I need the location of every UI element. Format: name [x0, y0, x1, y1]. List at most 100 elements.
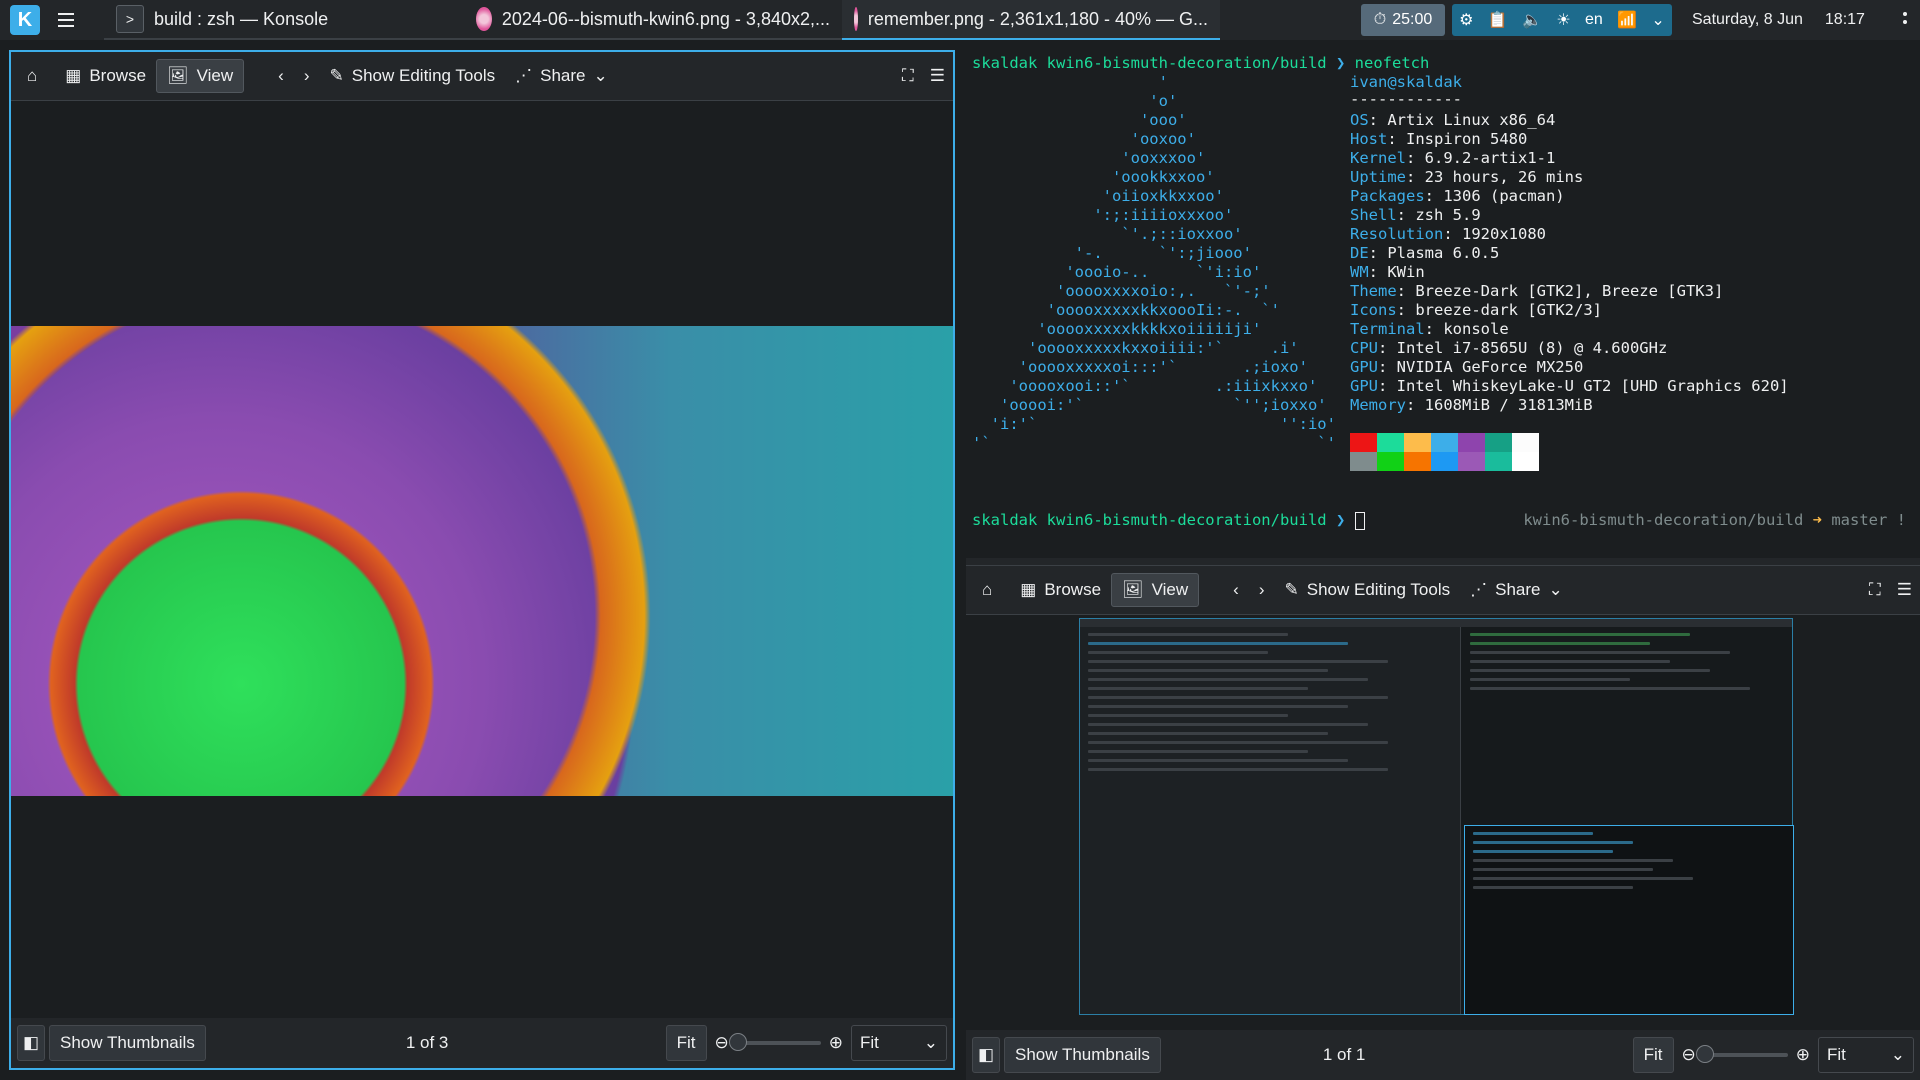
prompt-command: neofetch: [1354, 54, 1430, 72]
color-swatch-column: [1350, 433, 1377, 471]
color-swatch-column: [1404, 433, 1431, 471]
pomodoro-timer[interactable]: ⏱ 25:00: [1361, 4, 1445, 36]
chevron-right-icon: ›: [303, 66, 310, 85]
right-prompt-path: kwin6-bismuth-decoration/build: [1523, 511, 1804, 529]
zoom-slider-knob[interactable]: [728, 1033, 747, 1051]
gwenview-statusbar: ◧ Show Thumbnails 1 of 3 Fit ⊖ ⊕ Fit ⌄: [11, 1018, 953, 1068]
panel-options-icon[interactable]: [1903, 12, 1907, 24]
show-thumbnails-label: Show Thumbnails: [1015, 1045, 1150, 1064]
browse-button[interactable]: ▦ Browse: [1010, 573, 1111, 607]
zoom-select[interactable]: Fit ⌄: [1818, 1037, 1914, 1073]
gwenview-icon: [854, 7, 858, 31]
task-konsole[interactable]: > build : zsh — Konsole: [104, 0, 464, 40]
next-button[interactable]: ›: [1249, 573, 1275, 607]
info-value: Inspiron 5480: [1406, 130, 1528, 148]
digital-clock[interactable]: Saturday, 8 Jun 18:17: [1692, 0, 1865, 40]
info-value: Intel WhiskeyLake-U GT2 [UHD Graphics 62…: [1396, 377, 1789, 395]
system-tray: ⚙ 📋 🔈 ☀ en 📶 ⌄: [1452, 4, 1672, 36]
neofetch-info-line: Shell: zsh 5.9: [1350, 206, 1481, 224]
info-value: NVIDIA GeForce MX250: [1396, 358, 1584, 376]
neofetch-underline: ------------: [1350, 90, 1462, 108]
color-swatch: [1512, 452, 1539, 471]
kde-launcher-icon[interactable]: K: [10, 5, 40, 35]
grid-icon: ▦: [1020, 580, 1037, 599]
prompt-line: skaldak kwin6-bismuth-decoration/build ❯…: [972, 54, 1429, 73]
chevron-down-icon[interactable]: ⌄: [1651, 10, 1664, 30]
view-button[interactable]: 🖼 View: [1111, 573, 1200, 607]
right-prompt: kwin6-bismuth-decoration/build ➜ master …: [1523, 511, 1906, 530]
previous-button[interactable]: ‹: [268, 59, 294, 93]
color-swatch: [1431, 452, 1458, 471]
clipboard-icon[interactable]: 📋: [1488, 10, 1508, 30]
next-button[interactable]: ›: [294, 59, 320, 93]
preview-browser: [1080, 627, 1461, 1014]
neofetch-info-line: Terminal: konsole: [1350, 320, 1509, 338]
fullscreen-icon[interactable]: ⛶: [902, 66, 914, 86]
home-button[interactable]: ⌂: [17, 59, 47, 93]
info-key: GPU: [1350, 358, 1378, 376]
terminal-cursor: [1354, 511, 1365, 530]
brightness-icon[interactable]: ☀: [1556, 10, 1570, 30]
grid-icon: ▦: [65, 66, 82, 85]
edit-image-icon: ✎: [1284, 580, 1299, 599]
browse-button[interactable]: ▦ Browse: [55, 59, 156, 93]
info-key: Host: [1350, 130, 1388, 148]
view-button[interactable]: 🖼 View: [156, 59, 245, 93]
neofetch-info: OS: Artix Linux x86_64 Host: Inspiron 548…: [1350, 111, 1789, 415]
sidebar-toggle-icon[interactable]: ◧: [972, 1037, 1000, 1073]
info-key: Uptime: [1350, 168, 1406, 186]
info-value: zsh 5.9: [1415, 206, 1481, 224]
info-key: CPU: [1350, 339, 1378, 357]
hamburger-menu-icon[interactable]: ☰: [1897, 580, 1912, 600]
hamburger-menu-icon[interactable]: ☰: [930, 66, 945, 86]
share-button[interactable]: ⋰ Share ⌄: [505, 59, 618, 93]
sidebar-toggle-icon[interactable]: ◧: [17, 1025, 45, 1061]
fit-button[interactable]: Fit: [1632, 1037, 1674, 1073]
show-thumbnails-label: Show Thumbnails: [60, 1033, 195, 1052]
zoom-out-icon[interactable]: ⊖: [1682, 1045, 1696, 1065]
task-gwenview-2[interactable]: remember.png - 2,361x1,180 - 40% — G...: [842, 0, 1220, 40]
view-label: View: [196, 66, 234, 85]
gwenview-toolbar: ⌂ ▦ Browse 🖼 View ‹ › ✎ Show Editing Too…: [11, 52, 953, 101]
show-thumbnails-button[interactable]: Show Thumbnails: [49, 1025, 206, 1061]
zoom-out-icon[interactable]: ⊖: [715, 1033, 729, 1053]
info-key: OS: [1350, 111, 1369, 129]
editing-tools-button[interactable]: ✎ Show Editing Tools: [320, 59, 506, 93]
zoom-select[interactable]: Fit ⌄: [851, 1025, 947, 1061]
share-button[interactable]: ⋰ Share ⌄: [1460, 573, 1573, 607]
prompt-arrow: ❯: [1335, 54, 1346, 72]
image-display: [11, 326, 953, 796]
zoom-in-icon[interactable]: ⊕: [1796, 1045, 1810, 1065]
hamburger-menu-icon[interactable]: [58, 13, 88, 27]
color-swatch: [1404, 433, 1431, 452]
prompt-path: kwin6-bismuth-decoration/build: [1046, 54, 1327, 72]
home-button[interactable]: ⌂: [972, 573, 1002, 607]
show-thumbnails-button[interactable]: Show Thumbnails: [1004, 1037, 1161, 1073]
previous-button[interactable]: ‹: [1223, 573, 1249, 607]
zoom-slider[interactable]: [728, 1033, 821, 1051]
preview-terminal: [1464, 825, 1794, 1015]
task-gwenview-1[interactable]: 2024-06--bismuth-kwin6.png - 3,840x2,...: [464, 0, 842, 40]
zoom-in-icon[interactable]: ⊕: [829, 1033, 843, 1053]
wifi-icon[interactable]: 📶: [1617, 10, 1637, 30]
volume-icon[interactable]: 🔈: [1522, 10, 1542, 30]
fit-button[interactable]: Fit: [665, 1025, 707, 1061]
network-settings-icon[interactable]: ⚙: [1459, 10, 1473, 30]
neofetch-info-line: Icons: breeze-dark [GTK2/3]: [1350, 301, 1602, 319]
info-value: Artix Linux x86_64: [1387, 111, 1556, 129]
info-key: Icons: [1350, 301, 1397, 319]
neofetch-info-line: OS: Artix Linux x86_64: [1350, 111, 1556, 129]
info-value: 1608MiB / 31813MiB: [1424, 396, 1593, 414]
task-label: remember.png - 2,361x1,180 - 40% — G...: [867, 8, 1208, 29]
zoom-slider-knob[interactable]: [1695, 1045, 1714, 1063]
info-key: Memory: [1350, 396, 1406, 414]
prompt-line: skaldak kwin6-bismuth-decoration/build ❯: [972, 511, 1365, 530]
editing-tools-button[interactable]: ✎ Show Editing Tools: [1275, 573, 1461, 607]
zoom-slider[interactable]: [1695, 1045, 1788, 1063]
keyboard-layout[interactable]: en: [1585, 11, 1603, 29]
konsole-terminal[interactable]: skaldak kwin6-bismuth-decoration/build ❯…: [966, 50, 1920, 557]
neofetch-info-line: GPU: Intel WhiskeyLake-U GT2 [UHD Graphi…: [1350, 377, 1789, 395]
task-label: 2024-06--bismuth-kwin6.png - 3,840x2,...: [501, 8, 830, 29]
terminal-icon: >: [116, 5, 144, 33]
fullscreen-icon[interactable]: ⛶: [1869, 580, 1881, 600]
